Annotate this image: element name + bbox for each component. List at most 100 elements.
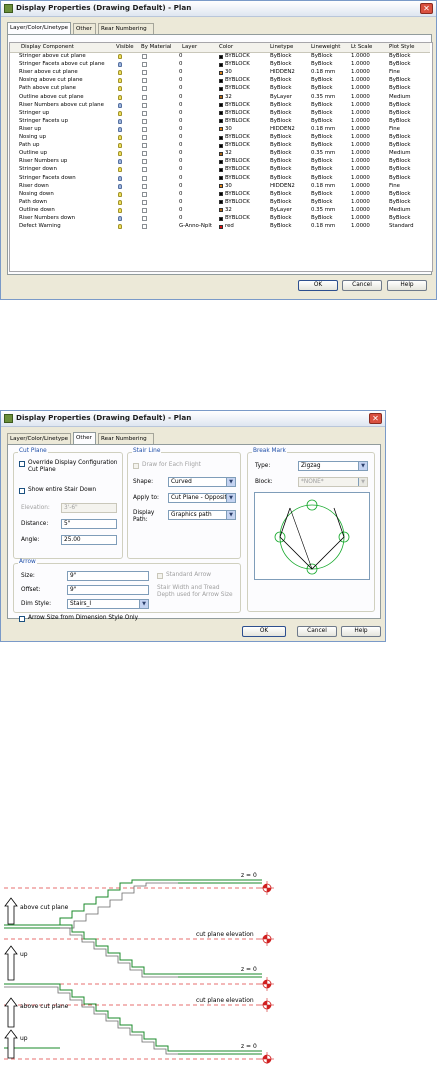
lt-scale-cell[interactable]: 1.0000 <box>351 215 370 222</box>
plot-style-cell[interactable]: ByBlock <box>389 191 410 198</box>
bulb-on-icon[interactable] <box>118 167 122 173</box>
arrow-size-dimstyle-checkbox[interactable] <box>19 616 25 622</box>
lineweight-cell[interactable]: 0.18 mm <box>311 223 335 230</box>
plot-style-cell[interactable]: ByBlock <box>389 102 410 109</box>
col-lt-scale[interactable]: Lt Scale <box>351 44 372 51</box>
bulb-on-icon[interactable] <box>118 199 122 205</box>
color-cell[interactable]: BYBLOCK <box>225 191 250 198</box>
linetype-cell[interactable]: ByBlock <box>270 142 291 149</box>
plot-style-cell[interactable]: Fine <box>389 69 400 76</box>
plot-style-cell[interactable]: ByBlock <box>389 134 410 141</box>
lineweight-cell[interactable]: 0.18 mm <box>311 126 335 133</box>
linetype-cell[interactable]: ByBlock <box>270 102 291 109</box>
color-cell[interactable]: 32 <box>225 207 232 214</box>
bulb-on-icon[interactable] <box>118 191 122 197</box>
linetype-cell[interactable]: ByBlock <box>270 223 291 230</box>
linetype-cell[interactable]: ByBlock <box>270 110 291 117</box>
by-material-checkbox[interactable] <box>142 86 147 92</box>
lineweight-cell[interactable]: 0.35 mm <box>311 150 335 157</box>
linetype-cell[interactable]: ByBlock <box>270 85 291 92</box>
col-color[interactable]: Color <box>219 44 233 51</box>
lineweight-cell[interactable]: ByBlock <box>311 85 332 92</box>
lineweight-cell[interactable]: ByBlock <box>311 118 332 125</box>
type-dropdown[interactable]: Zigzag ▼ <box>298 461 368 471</box>
linetype-cell[interactable]: HIDDEN2 <box>270 183 295 190</box>
lt-scale-cell[interactable]: 1.0000 <box>351 142 370 149</box>
plot-style-cell[interactable]: Medium <box>389 150 411 157</box>
col-layer[interactable]: Layer <box>182 44 197 51</box>
by-material-checkbox[interactable] <box>142 151 147 157</box>
by-material-checkbox[interactable] <box>142 167 147 173</box>
shape-dropdown[interactable]: Curved ▼ <box>168 477 236 487</box>
lineweight-cell[interactable]: ByBlock <box>311 199 332 206</box>
layer-cell[interactable]: 0 <box>179 158 182 165</box>
plot-style-cell[interactable]: Medium <box>389 94 411 101</box>
lt-scale-cell[interactable]: 1.0000 <box>351 191 370 198</box>
layer-cell[interactable]: 0 <box>179 150 182 157</box>
linetype-cell[interactable]: HIDDEN2 <box>270 126 295 133</box>
chevron-down-icon[interactable]: ▼ <box>226 478 235 486</box>
lineweight-cell[interactable]: ByBlock <box>311 191 332 198</box>
by-material-checkbox[interactable] <box>142 94 147 100</box>
draw-each-flight-checkbox[interactable] <box>133 463 139 469</box>
by-material-checkbox[interactable] <box>142 135 147 140</box>
lt-scale-cell[interactable]: 1.0000 <box>351 207 370 214</box>
dim-style-dropdown[interactable]: Stairs_I ▼ <box>67 599 149 609</box>
lineweight-cell[interactable]: ByBlock <box>311 110 332 117</box>
plot-style-cell[interactable]: ByBlock <box>389 118 410 125</box>
by-material-checkbox[interactable] <box>142 159 147 165</box>
show-entire-stair-checkbox[interactable] <box>19 488 25 494</box>
chevron-down-icon[interactable]: ▼ <box>139 600 148 608</box>
standard-arrow-checkbox[interactable] <box>157 573 163 579</box>
col-linetype[interactable]: Linetype <box>270 44 293 51</box>
layer-cell[interactable]: 0 <box>179 199 182 206</box>
color-cell[interactable]: BYBLOCK <box>225 77 250 84</box>
lt-scale-cell[interactable]: 1.0000 <box>351 183 370 190</box>
tab-other[interactable]: Other <box>73 23 96 34</box>
bulb-on-icon[interactable] <box>118 78 122 84</box>
by-material-checkbox[interactable] <box>142 126 147 132</box>
help-button[interactable]: Help <box>341 626 381 637</box>
lt-scale-cell[interactable]: 1.0000 <box>351 158 370 165</box>
help-button[interactable]: Help <box>387 280 427 291</box>
linetype-cell[interactable]: ByBlock <box>270 199 291 206</box>
by-material-checkbox[interactable] <box>142 183 147 189</box>
ok-button[interactable]: OK <box>242 626 286 637</box>
layer-cell[interactable]: 0 <box>179 142 182 149</box>
layer-cell[interactable]: 0 <box>179 118 182 125</box>
col-display-component[interactable]: Display Component <box>21 44 74 51</box>
lineweight-cell[interactable]: ByBlock <box>311 175 332 182</box>
by-material-checkbox[interactable] <box>142 62 147 68</box>
plot-style-cell[interactable]: ByBlock <box>389 215 410 222</box>
angle-field[interactable]: 25.00 <box>61 535 117 545</box>
lineweight-cell[interactable]: 0.35 mm <box>311 94 335 101</box>
lt-scale-cell[interactable]: 1.0000 <box>351 199 370 206</box>
col-lineweight[interactable]: Lineweight <box>311 44 340 51</box>
lineweight-cell[interactable]: 0.18 mm <box>311 183 335 190</box>
lt-scale-cell[interactable]: 1.0000 <box>351 175 370 182</box>
plot-style-cell[interactable]: ByBlock <box>389 158 410 165</box>
color-cell[interactable]: BYBLOCK <box>225 142 250 149</box>
color-cell[interactable]: 30 <box>225 69 232 76</box>
layer-cell[interactable]: 0 <box>179 207 182 214</box>
color-cell[interactable]: 30 <box>225 126 232 133</box>
cancel-button[interactable]: Cancel <box>342 280 382 291</box>
plot-style-cell[interactable]: Standard <box>389 223 414 230</box>
layer-cell[interactable]: 0 <box>179 53 182 60</box>
by-material-checkbox[interactable] <box>142 175 147 181</box>
tab-rear-numbering[interactable]: Rear Numbering <box>98 23 154 34</box>
tab-other[interactable]: Other <box>73 432 96 444</box>
plot-style-cell[interactable]: ByBlock <box>389 199 410 206</box>
bulb-on-icon[interactable] <box>118 86 122 92</box>
arrow-offset-field[interactable]: 9" <box>67 585 149 595</box>
layer-cell[interactable]: 0 <box>179 61 182 68</box>
linetype-cell[interactable]: HIDDEN2 <box>270 69 295 76</box>
bulb-off-icon[interactable] <box>118 159 122 165</box>
lt-scale-cell[interactable]: 1.0000 <box>351 69 370 76</box>
lineweight-cell[interactable]: ByBlock <box>311 166 332 173</box>
linetype-cell[interactable]: ByBlock <box>270 215 291 222</box>
by-material-checkbox[interactable] <box>142 110 147 116</box>
by-material-checkbox[interactable] <box>142 191 147 197</box>
bulb-off-icon[interactable] <box>118 183 122 189</box>
layer-cell[interactable]: 0 <box>179 69 182 76</box>
